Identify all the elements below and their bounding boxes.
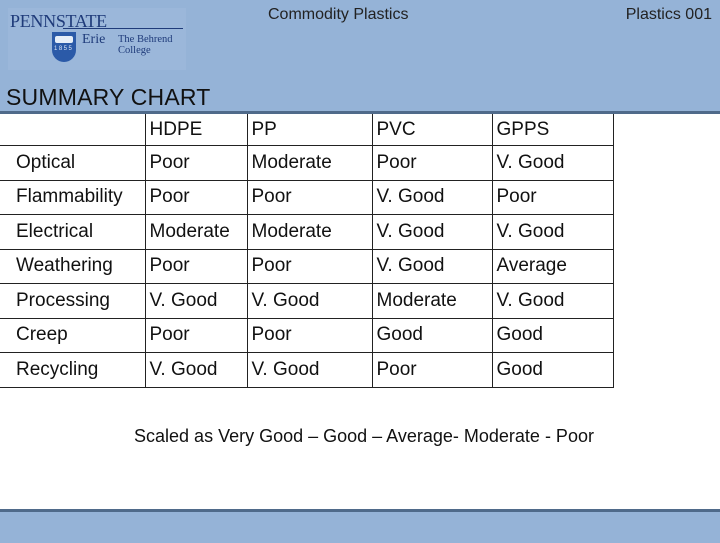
cell-pvc: V. Good <box>371 249 492 284</box>
cell-hdpe: Moderate <box>144 214 247 250</box>
cell-pp: Moderate <box>246 214 372 250</box>
cell-hdpe: Poor <box>144 145 247 181</box>
header-title: Commodity Plastics <box>268 6 409 23</box>
course-code: Plastics 001 <box>625 6 712 23</box>
slide-title: SUMMARY CHART <box>6 84 211 110</box>
table-row: Electrical Moderate Moderate V. Good V. … <box>0 214 614 250</box>
logo-college: The Behrend College <box>118 34 173 56</box>
cell-hdpe: Poor <box>144 249 247 284</box>
rating-scale-note: Scaled as Very Good – Good – Average- Mo… <box>134 426 594 446</box>
cell-pp: Moderate <box>246 145 372 181</box>
table-row: Optical Poor Moderate Poor V. Good <box>0 145 614 181</box>
row-label: Optical <box>0 145 145 181</box>
row-label: Weathering <box>0 249 145 284</box>
table-row: Creep Poor Poor Good Good <box>0 318 614 353</box>
cell-gpps: Good <box>491 318 614 353</box>
logo-college-line2: College <box>118 45 151 56</box>
summary-table: HDPE PP PVC GPPS Optical Poor Moderate P… <box>0 114 614 388</box>
university-shield-icon <box>52 32 76 62</box>
cell-gpps: V. Good <box>491 145 614 181</box>
row-label: Flammability <box>0 180 145 215</box>
cell-gpps: Average <box>491 249 614 284</box>
cell-pp: V. Good <box>246 283 372 319</box>
table-row: Weathering Poor Poor V. Good Average <box>0 249 614 284</box>
logo-penn-text: PENN <box>10 11 56 31</box>
table-row: Processing V. Good V. Good Moderate V. G… <box>0 283 614 319</box>
row-label: Recycling <box>0 352 145 388</box>
cell-pvc: Moderate <box>371 283 492 319</box>
cell-gpps: V. Good <box>491 214 614 250</box>
cell-pvc: V. Good <box>371 214 492 250</box>
footer-band <box>0 509 720 543</box>
header-band: PENNSTATE Erie The Behrend College Commo… <box>0 0 720 114</box>
cell-pp: Poor <box>246 318 372 353</box>
cell-gpps: V. Good <box>491 283 614 319</box>
cell-pvc: Poor <box>371 145 492 181</box>
cell-hdpe: V. Good <box>144 352 247 388</box>
cell-pp: Poor <box>246 180 372 215</box>
column-header-pp: PP <box>246 114 372 146</box>
table-row: Flammability Poor Poor V. Good Poor <box>0 180 614 215</box>
penn-state-behrend-logo: PENNSTATE Erie The Behrend College <box>8 8 186 70</box>
table-row: Recycling V. Good V. Good Poor Good <box>0 352 614 388</box>
cell-gpps: Poor <box>491 180 614 215</box>
column-header-pvc: PVC <box>371 114 492 146</box>
column-header-property <box>0 114 145 146</box>
cell-hdpe: Poor <box>144 318 247 353</box>
row-label: Creep <box>0 318 145 353</box>
cell-hdpe: Poor <box>144 180 247 215</box>
cell-pp: V. Good <box>246 352 372 388</box>
row-label: Processing <box>0 283 145 319</box>
column-header-gpps: GPPS <box>491 114 614 146</box>
cell-hdpe: V. Good <box>144 283 247 319</box>
cell-pvc: V. Good <box>371 180 492 215</box>
logo-college-line1: The Behrend <box>118 34 173 45</box>
table-header-row: HDPE PP PVC GPPS <box>0 114 614 146</box>
row-label: Electrical <box>0 214 145 250</box>
cell-gpps: Good <box>491 352 614 388</box>
logo-campus: Erie <box>82 32 106 47</box>
cell-pvc: Poor <box>371 352 492 388</box>
cell-pvc: Good <box>371 318 492 353</box>
logo-rule <box>63 28 183 29</box>
column-header-hdpe: HDPE <box>144 114 247 146</box>
cell-pp: Poor <box>246 249 372 284</box>
